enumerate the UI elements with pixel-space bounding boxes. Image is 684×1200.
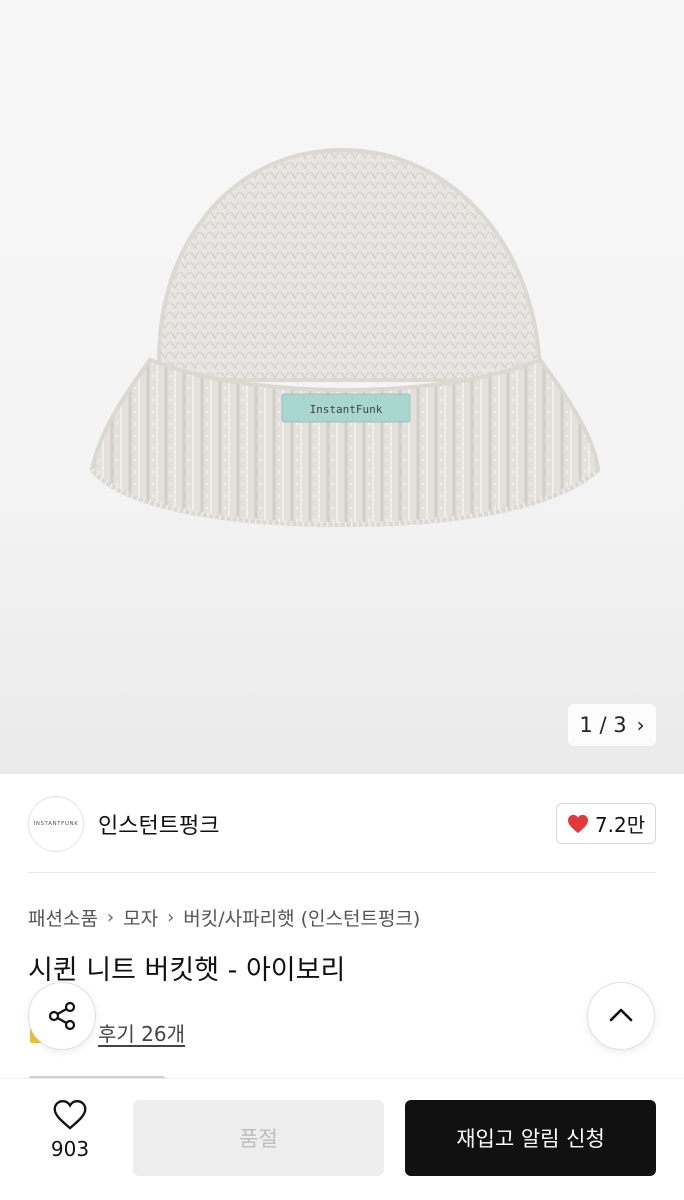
chevron-right-icon: › <box>106 906 115 928</box>
wishlist-button[interactable]: 903 <box>30 1099 110 1175</box>
share-button[interactable] <box>28 982 96 1050</box>
hat-image: InstantFunk <box>89 147 601 529</box>
brand-name[interactable]: 인스턴트펑크 <box>98 808 219 840</box>
chevron-right-icon: › <box>167 906 175 928</box>
bottom-action-bar: 903 품절 재입고 알림 신청 <box>0 1078 684 1200</box>
breadcrumb-item-fashion[interactable]: 패션소품 <box>28 904 98 931</box>
heart-filled-icon <box>567 814 588 833</box>
product-image-gallery[interactable]: InstantFunk 1 / 3 › <box>0 0 684 774</box>
hat-brand-label: InstantFunk <box>310 403 383 416</box>
chevron-up-icon <box>609 1008 633 1022</box>
scroll-top-button[interactable] <box>587 982 655 1050</box>
heart-outline-icon <box>53 1100 87 1130</box>
brand-logo[interactable]: INSTANTFUNK <box>28 796 84 852</box>
image-pager[interactable]: 1 / 3 › <box>568 704 656 746</box>
soldout-button[interactable]: 품절 <box>133 1100 384 1176</box>
product-title: 시퀸 니트 버킷햇 - 아이보리 <box>28 955 346 986</box>
wishlist-count: 903 <box>50 1137 90 1161</box>
brand-row[interactable]: INSTANTFUNK 인스턴트펑크 7.2만 <box>28 796 656 852</box>
divider <box>28 872 656 873</box>
review-link[interactable]: 후기 26개 <box>98 1018 185 1047</box>
pager-text: 1 / 3 <box>579 713 627 737</box>
breadcrumb-item-hat[interactable]: 모자 <box>123 904 158 931</box>
chevron-right-icon: › <box>636 713 645 737</box>
brand-like-count: 7.2만 <box>594 813 646 837</box>
brand-like-button[interactable]: 7.2만 <box>556 803 656 844</box>
breadcrumb-item-bucket[interactable]: 버킷/사파리햇 (인스턴트펑크) <box>183 904 420 931</box>
restock-alert-button[interactable]: 재입고 알림 신청 <box>405 1100 656 1176</box>
breadcrumb: 패션소품 › 모자 › 버킷/사파리햇 (인스턴트펑크) <box>28 902 420 932</box>
share-icon <box>48 1001 76 1031</box>
